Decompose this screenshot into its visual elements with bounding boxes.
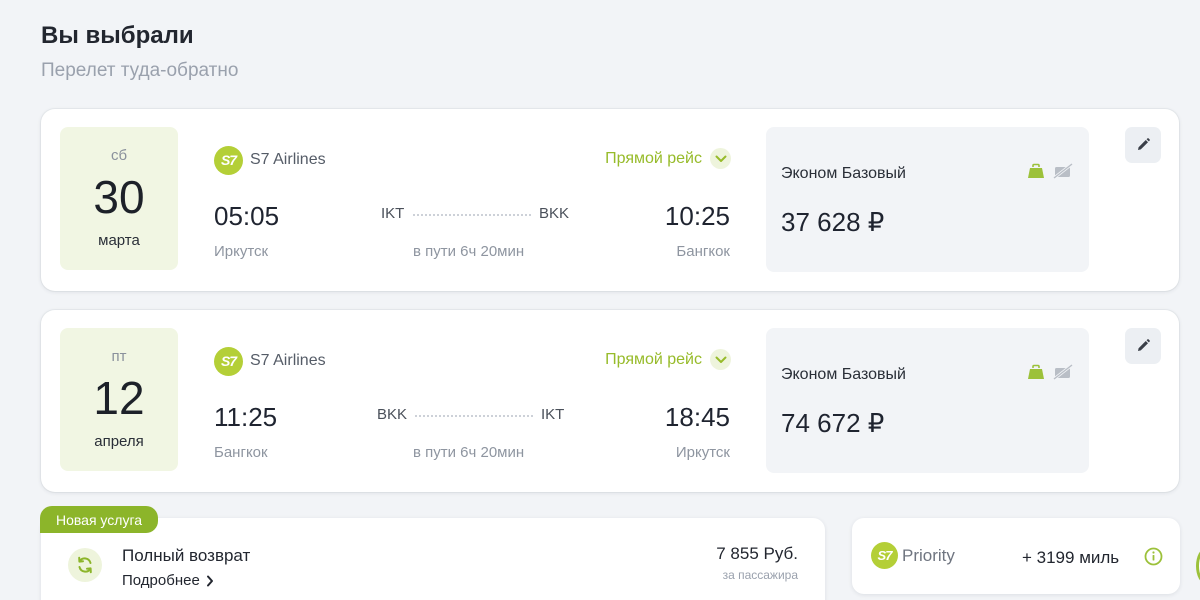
fare-price: 74 672 ₽ xyxy=(781,408,885,438)
date-month: марта xyxy=(98,232,140,249)
more-details-label: Подробнее xyxy=(122,572,200,589)
flight-duration: в пути 6ч 20мин xyxy=(413,444,525,461)
side-toggle[interactable] xyxy=(1196,548,1200,584)
fare-box: Эконом Базовый 74 672 ₽ xyxy=(766,328,1089,473)
flight-card-outbound[interactable]: сб 30 марта S7 S7 Airlines Прямой рейс 0… xyxy=(41,109,1179,291)
departure-time: 11:25 xyxy=(214,402,278,432)
fare-name: Эконом Базовый xyxy=(781,366,906,383)
new-service-badge: Новая услуга xyxy=(40,506,159,533)
airline-name: S7 Airlines xyxy=(250,352,326,369)
baggage-icon xyxy=(1027,364,1045,385)
arrival-time: 18:45 xyxy=(664,402,730,432)
pencil-icon xyxy=(1138,138,1150,150)
departure-city: Бангкок xyxy=(214,444,268,461)
baggage-icon xyxy=(1027,163,1045,184)
date-month: апреля xyxy=(94,433,144,450)
page-subtitle: Перелет туда-обратно xyxy=(41,60,239,81)
airline: S7 S7 Airlines xyxy=(214,346,326,376)
pencil-icon xyxy=(1138,339,1150,351)
date-box: пт 12 апреля xyxy=(60,328,178,471)
chevron-right-icon xyxy=(206,575,213,586)
date-day: 12 xyxy=(93,372,145,424)
to-code: IKT xyxy=(541,406,565,423)
flight-duration: в пути 6ч 20мин xyxy=(413,243,525,260)
date-weekday: пт xyxy=(111,348,127,365)
to-code: BKK xyxy=(539,205,570,222)
direct-flight-label: Прямой рейс xyxy=(605,149,702,167)
fare-icons xyxy=(1027,363,1073,385)
no-refund-icon xyxy=(1053,363,1073,385)
s7-logo-icon: S7 xyxy=(214,346,243,376)
fare-price: 37 628 ₽ xyxy=(781,207,885,237)
from-code: BKK xyxy=(377,406,408,423)
date-day: 30 xyxy=(93,171,145,223)
direct-flight-toggle[interactable]: Прямой рейс xyxy=(605,349,731,370)
refresh-icon xyxy=(68,548,102,582)
page-title: Вы выбрали xyxy=(41,22,194,49)
fare-icons xyxy=(1027,162,1073,184)
priority-name: Priority xyxy=(902,545,955,565)
date-box: сб 30 марта xyxy=(60,127,178,270)
miles-amount: + 3199 миль xyxy=(1022,548,1120,567)
departure-time: 05:05 xyxy=(214,201,280,231)
refund-service-card[interactable]: Полный возврат Подробнее 7 855 Руб. за п… xyxy=(41,518,825,600)
from-code: IKT xyxy=(381,205,405,222)
flight-card-return[interactable]: пт 12 апреля S7 S7 Airlines Прямой рейс … xyxy=(41,310,1179,492)
route-line xyxy=(413,214,531,216)
chevron-down-icon xyxy=(710,148,731,169)
chevron-down-icon xyxy=(710,349,731,370)
airline-name: S7 Airlines xyxy=(250,151,326,168)
edit-button[interactable] xyxy=(1125,328,1161,364)
s7-logo-icon: S7 xyxy=(214,145,243,175)
info-icon[interactable] xyxy=(1144,547,1163,571)
date-weekday: сб xyxy=(110,147,128,164)
fare-box: Эконом Базовый 37 628 ₽ xyxy=(766,127,1089,272)
priority-card[interactable]: S7 Priority + 3199 миль xyxy=(852,518,1180,594)
direct-flight-toggle[interactable]: Прямой рейс xyxy=(605,148,731,169)
no-refund-icon xyxy=(1053,162,1073,184)
fare-name: Эконом Базовый xyxy=(781,165,906,182)
airline: S7 S7 Airlines xyxy=(214,145,326,175)
arrival-city: Бангкок xyxy=(676,243,730,260)
refund-per-passenger: за пассажира xyxy=(722,568,798,582)
departure-city: Иркутск xyxy=(214,243,269,260)
direct-flight-label: Прямой рейс xyxy=(605,350,702,368)
priority-logo: S7 Priority xyxy=(871,542,955,569)
refund-title: Полный возврат xyxy=(122,546,251,565)
s7-logo-icon: S7 xyxy=(871,542,898,569)
refund-price: 7 855 Руб. xyxy=(716,544,798,563)
arrival-time: 10:25 xyxy=(664,201,730,231)
route-line xyxy=(415,415,533,417)
arrival-city: Иркутск xyxy=(675,444,730,461)
edit-button[interactable] xyxy=(1125,127,1161,163)
more-details-link[interactable]: Подробнее xyxy=(122,572,214,589)
